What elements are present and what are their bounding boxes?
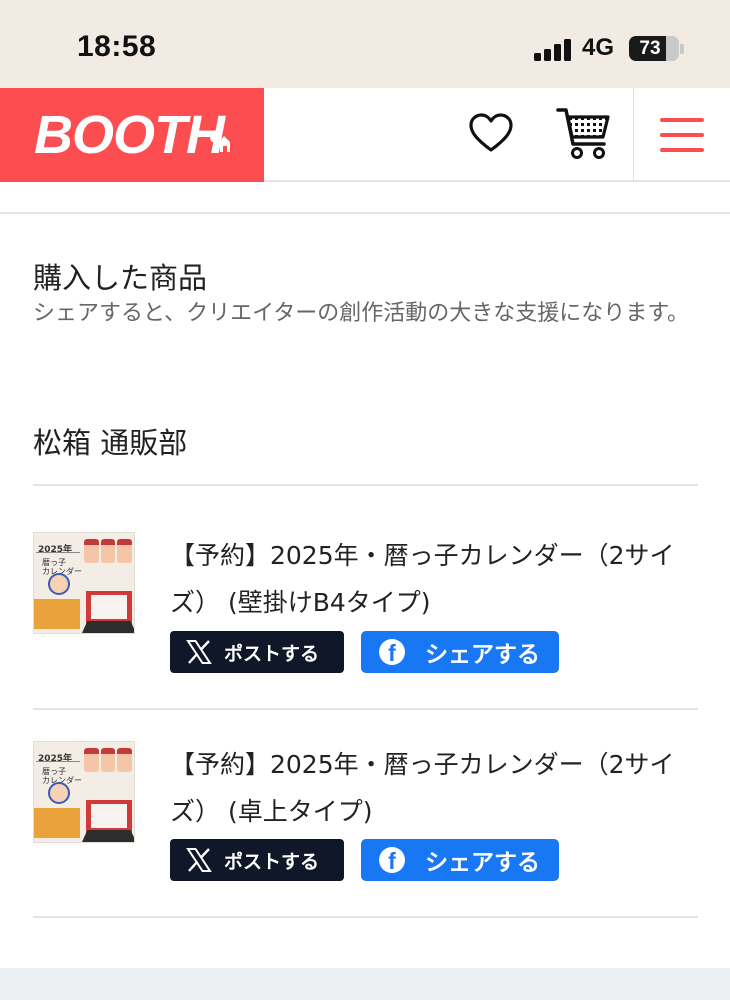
logo-text: BOOTH xyxy=(34,105,225,165)
list-item: 2025年 暦っ子 カレンダー 【予約】2025年・暦っ子カレンダー（2サイズ）… xyxy=(0,741,730,931)
status-bar: 18:58 4G 73 xyxy=(0,0,730,88)
facebook-icon: f xyxy=(379,847,405,873)
post-to-x-button[interactable]: ポストする xyxy=(170,631,344,673)
product-title[interactable]: 【予約】2025年・暦っ子カレンダー（2サイズ） (卓上タイプ) xyxy=(170,741,695,835)
network-type: 4G xyxy=(582,34,615,61)
divider xyxy=(33,916,698,918)
product-title[interactable]: 【予約】2025年・暦っ子カレンダー（2サイズ） (壁掛けB4タイプ) xyxy=(170,532,695,626)
section-description: シェアすると、クリエイターの創作活動の大きな支援になります。 xyxy=(33,301,690,326)
share-facebook-button[interactable]: f シェアする xyxy=(361,839,559,881)
product-thumbnail[interactable]: 2025年 暦っ子 カレンダー xyxy=(33,741,135,843)
booth-logo[interactable]: BOOTH xyxy=(0,88,264,182)
post-label: ポストする xyxy=(224,850,320,873)
x-icon xyxy=(186,640,212,664)
x-icon xyxy=(186,848,212,872)
shop-name[interactable]: 松箱 通販部 xyxy=(33,420,187,462)
status-time: 18:58 xyxy=(77,30,157,63)
camel-icon xyxy=(210,134,230,152)
section-title: 購入した商品 xyxy=(33,261,208,295)
divider xyxy=(33,484,698,486)
cart-icon[interactable] xyxy=(556,104,612,162)
post-label: ポストする xyxy=(224,642,320,665)
share-label: シェアする xyxy=(425,850,540,876)
facebook-icon: f xyxy=(379,639,405,665)
share-label: シェアする xyxy=(425,642,540,668)
battery-level: 73 xyxy=(639,38,661,59)
footer-band xyxy=(0,968,730,1000)
post-to-x-button[interactable]: ポストする xyxy=(170,839,344,881)
divider xyxy=(33,708,698,710)
product-thumbnail[interactable]: 2025年 暦っ子 カレンダー xyxy=(33,532,135,634)
battery-icon: 73 xyxy=(629,36,679,61)
list-item: 2025年 暦っ子 カレンダー 【予約】2025年・暦っ子カレンダー（2サイズ）… xyxy=(0,532,730,722)
divider xyxy=(0,212,730,214)
heart-icon[interactable] xyxy=(466,108,516,158)
signal-icon xyxy=(534,37,572,61)
site-header: BOOTH xyxy=(0,88,730,182)
share-facebook-button[interactable]: f シェアする xyxy=(361,631,559,673)
menu-icon[interactable] xyxy=(660,118,704,152)
